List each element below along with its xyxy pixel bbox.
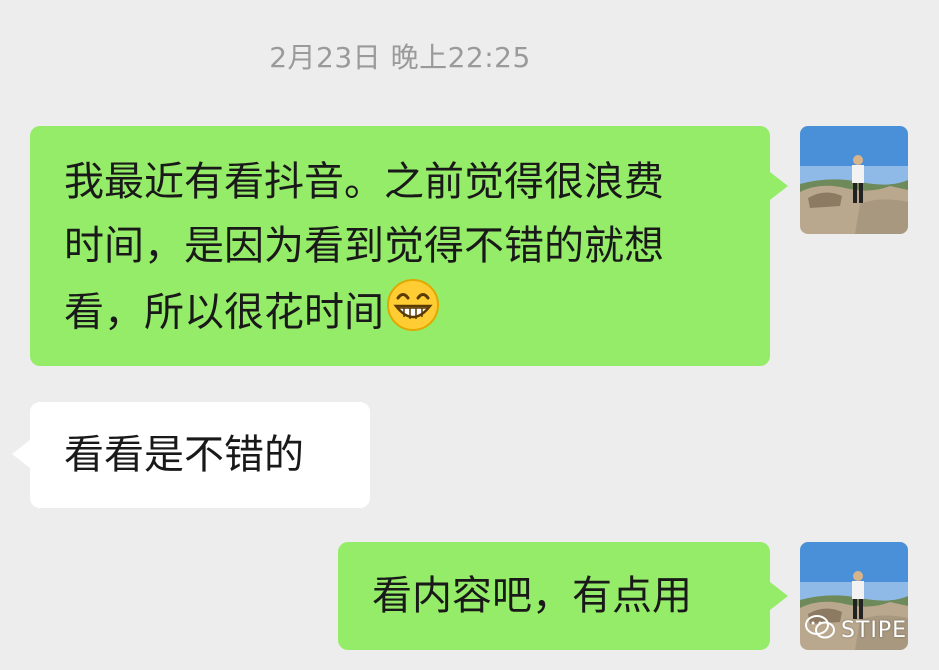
wechat-icon: [804, 614, 835, 646]
user-avatar[interactable]: [800, 126, 908, 234]
message-bubble-self[interactable]: 我最近有看抖音。之前觉得很浪费 时间，是因为看到觉得不错的就想 看，所以很花时间: [30, 126, 788, 366]
message-timestamp: 2月23日 晚上22:25: [269, 41, 531, 74]
watermark-text: STIPE: [840, 617, 907, 643]
message-line: 看看是不错的: [64, 432, 304, 478]
message-bubble-other[interactable]: 看看是不错的: [12, 402, 370, 508]
message-line: 时间，是因为看到觉得不错的就想: [64, 223, 664, 269]
message-bubble-self[interactable]: 看内容吧，有点用: [338, 542, 788, 650]
bubble-tail: [770, 582, 788, 610]
message-line-text: 看，所以很花时间: [64, 289, 384, 336]
bubble-tail: [770, 172, 788, 200]
message-line: 看内容吧，有点用: [372, 573, 692, 619]
message-line: 我最近有看抖音。之前觉得很浪费: [64, 159, 664, 205]
bubble-tail: [12, 440, 30, 468]
message-line: 看，所以很花时间: [64, 278, 740, 351]
watermark: STIPE: [804, 614, 907, 646]
grinning-face-emoji-icon: [386, 278, 440, 351]
